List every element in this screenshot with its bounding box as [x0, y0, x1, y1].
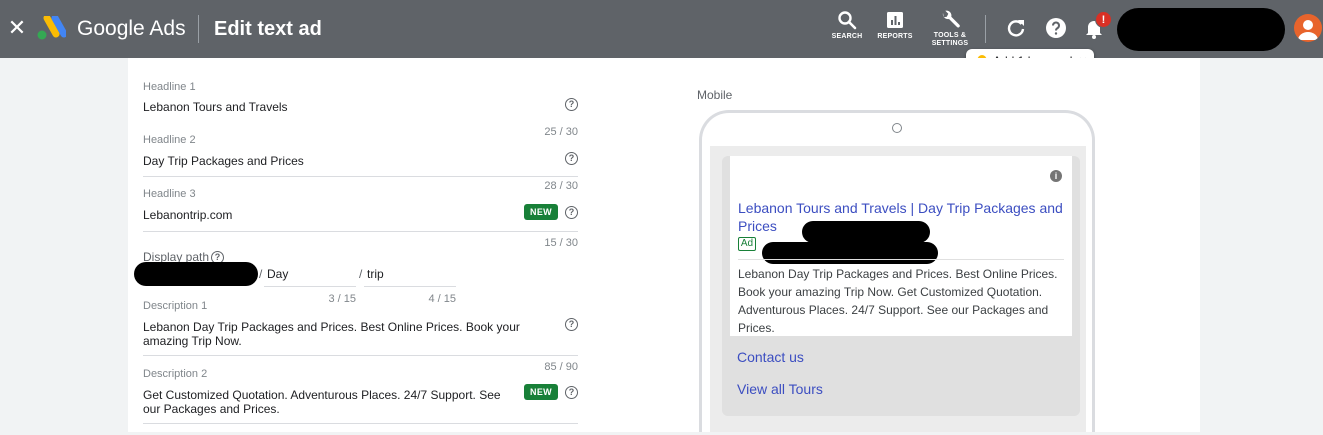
- avatar[interactable]: [1294, 14, 1322, 42]
- reports-label: REPORTS: [877, 33, 913, 40]
- close-icon[interactable]: ✕: [7, 16, 27, 40]
- headline1-input[interactable]: Lebanon Tours and Travels: [143, 100, 288, 114]
- page-title: Edit text ad: [214, 18, 322, 40]
- sitelink-contact-us[interactable]: Contact us: [737, 348, 804, 366]
- top-app-bar: ✕ Google Ads Edit text ad SEARCH REPORTS: [0, 0, 1323, 58]
- refresh-icon[interactable]: [1004, 16, 1028, 40]
- headline3-input[interactable]: Lebanontrip.com: [143, 208, 232, 222]
- ad-divider: [738, 259, 1064, 260]
- ad-label-badge: Ad: [738, 237, 756, 251]
- mobile-phone-frame: i Lebanon Tours and Travels | Day Trip P…: [699, 110, 1095, 435]
- divider: [985, 15, 986, 43]
- google-ads-logo-icon: [37, 16, 66, 40]
- headline2-help-icon[interactable]: ?: [565, 152, 578, 165]
- redacted-headline-part: [802, 221, 930, 243]
- ad-description: Lebanon Day Trip Packages and Prices. Be…: [738, 267, 1058, 335]
- headline3-counter: 15 / 30: [544, 237, 578, 249]
- brand-name: Google Ads: [77, 17, 186, 40]
- redacted-domain: [134, 262, 258, 286]
- path1-input[interactable]: Day: [267, 267, 288, 281]
- headline1-label: Headline 1: [143, 81, 196, 93]
- description2-input[interactable]: Get Customized Quotation. Adventurous Pl…: [143, 388, 515, 416]
- headline3-new-badge: NEW: [524, 204, 558, 220]
- tools-label-line1: TOOLS &: [933, 32, 967, 39]
- path2-counter: 4 / 15: [428, 293, 456, 305]
- info-icon[interactable]: i: [1050, 170, 1062, 182]
- divider: [198, 15, 199, 43]
- ad-edit-form: Headline 1 Lebanon Tours and Travels ? 2…: [128, 58, 593, 435]
- description1-underline: [143, 355, 578, 356]
- headline2-counter: 28 / 30: [544, 180, 578, 192]
- redacted-display-url: [762, 242, 938, 264]
- description2-new-badge: NEW: [524, 384, 558, 400]
- ad-preview-card: i Lebanon Tours and Travels | Day Trip P…: [722, 156, 1080, 416]
- preview-device-label: Mobile: [697, 88, 733, 102]
- path-separator-2: /: [359, 267, 363, 281]
- tools-label-line2: SETTINGS: [931, 40, 969, 47]
- notification-badge: !: [1095, 11, 1112, 28]
- headline3-label: Headline 3: [143, 188, 196, 200]
- phone-screen: i Lebanon Tours and Travels | Day Trip P…: [710, 146, 1086, 435]
- app-window: ✕ Google Ads Edit text ad SEARCH REPORTS: [0, 0, 1323, 435]
- search-button[interactable]: SEARCH: [828, 10, 866, 48]
- account-avatar-icon: [1298, 20, 1318, 40]
- reports-icon: [887, 12, 903, 28]
- redacted-account-name: [1117, 8, 1285, 51]
- headline2-underline: [143, 176, 578, 177]
- description1-label: Description 1: [143, 300, 208, 312]
- headline1-help-icon[interactable]: ?: [565, 98, 578, 111]
- headline3-underline: [143, 231, 578, 232]
- description1-counter: 85 / 90: [544, 361, 578, 373]
- search-label: SEARCH: [831, 33, 863, 40]
- ad-body: i Lebanon Tours and Travels | Day Trip P…: [730, 156, 1072, 336]
- phone-camera-icon: [892, 123, 902, 133]
- wrench-icon: [942, 10, 960, 28]
- reports-button[interactable]: REPORTS: [876, 10, 914, 48]
- headline2-label: Headline 2: [143, 134, 196, 146]
- path1-underline: [264, 286, 356, 287]
- headline3-help-icon[interactable]: ?: [565, 206, 578, 219]
- headline2-input[interactable]: Day Trip Packages and Prices: [143, 154, 304, 168]
- ad-preview-panel: Mobile i Lebanon Tours and Travels | Day…: [593, 58, 1200, 435]
- sitelink-view-all-tours[interactable]: View all Tours: [737, 380, 823, 398]
- path2-underline: [364, 286, 456, 287]
- tools-settings-button[interactable]: TOOLS & SETTINGS: [928, 10, 972, 48]
- path2-input[interactable]: trip: [367, 267, 384, 281]
- path1-counter: 3 / 15: [328, 293, 356, 305]
- description2-label: Description 2: [143, 368, 208, 380]
- description1-input[interactable]: Lebanon Day Trip Packages and Prices. Be…: [143, 320, 558, 348]
- help-icon[interactable]: [1044, 16, 1068, 40]
- description2-help-icon[interactable]: ?: [565, 386, 578, 399]
- description2-underline: [143, 423, 578, 424]
- description1-help-icon[interactable]: ?: [565, 318, 578, 331]
- path-separator-1: /: [259, 267, 263, 281]
- headline1-counter: 25 / 30: [544, 126, 578, 138]
- search-icon: [838, 11, 857, 30]
